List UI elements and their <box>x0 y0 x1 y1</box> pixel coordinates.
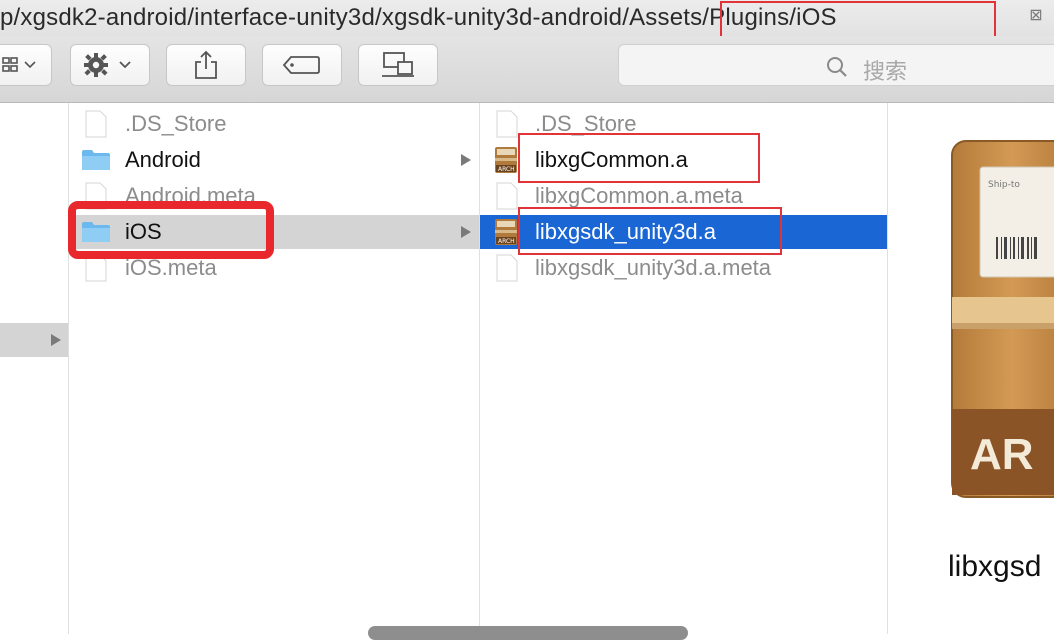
toolbar: 搜索 <box>0 36 1054 103</box>
preview-pane: Ship-to AR libxgsd <box>888 103 1054 634</box>
svg-text:ARCH: ARCH <box>498 238 515 245</box>
tag-button[interactable] <box>262 44 342 86</box>
path-highlight-box <box>720 1 996 41</box>
document-icon <box>496 110 518 138</box>
parent-selected-row[interactable] <box>0 323 68 357</box>
device-icon <box>382 52 414 77</box>
view-mode-button[interactable] <box>0 44 52 86</box>
libxgcommon-highlight-box <box>518 133 760 183</box>
disclosure-arrow-icon <box>51 334 61 346</box>
item-label: .DS_Store <box>125 111 227 136</box>
preview-filename: libxgsd <box>948 550 1042 583</box>
ship-to-label: Ship-to <box>988 180 1020 190</box>
archive-icon: ARCH <box>495 219 517 245</box>
document-icon <box>496 254 518 282</box>
document-icon <box>496 182 518 210</box>
list-item[interactable]: .DS_Store <box>69 107 479 141</box>
document-icon <box>85 110 107 138</box>
search-icon <box>827 57 847 77</box>
archive-icon: ARCH <box>495 147 517 173</box>
libxgsdk-highlight-box <box>518 207 782 255</box>
path-bar[interactable]: p/xgsdk2-android/interface-unity3d/xgsdk… <box>0 4 837 32</box>
list-item[interactable]: libxgsdk_unity3d.a.meta <box>480 251 887 285</box>
view-grid-icon <box>2 57 36 72</box>
search-placeholder: 搜索 <box>863 59 908 84</box>
search-field[interactable]: 搜索 <box>618 44 1054 86</box>
archive-preview-icon: Ship-to AR <box>951 140 1054 498</box>
share-button[interactable] <box>166 44 246 86</box>
ios-highlight-box <box>68 201 274 259</box>
tag-icon <box>282 56 320 74</box>
item-label: libxgCommon.a.meta <box>535 183 743 208</box>
browser-columns: .DS_Store Android Android.meta iOS iOS.m… <box>0 103 1054 640</box>
connect-device-button[interactable] <box>358 44 438 86</box>
svg-text:ARCH: ARCH <box>498 166 515 173</box>
folder-icon <box>82 150 110 170</box>
gear-icon <box>84 53 131 77</box>
title-bar: p/xgsdk2-android/interface-unity3d/xgsdk… <box>0 0 1054 41</box>
action-gear-button[interactable] <box>70 44 150 86</box>
archive-preview-label: AR <box>970 430 1034 479</box>
item-label: libxgsdk_unity3d.a.meta <box>535 255 772 280</box>
column-parent[interactable] <box>0 103 69 634</box>
column-plugins[interactable]: .DS_Store Android Android.meta iOS iOS.m… <box>69 103 480 634</box>
item-label: Android <box>125 147 201 172</box>
disclosure-arrow-icon <box>461 154 471 166</box>
disclosure-arrow-icon <box>461 226 471 238</box>
share-icon <box>195 50 217 79</box>
horizontal-scrollbar[interactable] <box>368 626 688 640</box>
list-item[interactable]: Android <box>69 143 479 177</box>
close-icon[interactable]: ⊠ <box>1028 8 1044 24</box>
